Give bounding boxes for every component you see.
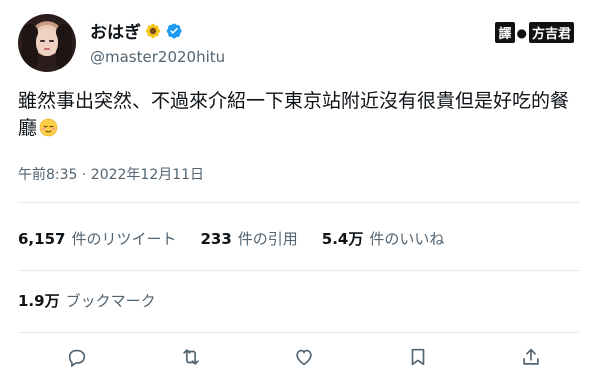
tweet-text: 雖然事出突然、不過來介紹一下東京站附近沒有很貴但是好吃的餐廳 bbox=[18, 88, 584, 142]
watermark-label-1: 譯 bbox=[495, 22, 515, 43]
divider bbox=[18, 332, 580, 333]
quotes-label: 件の引用 bbox=[237, 230, 298, 248]
avatar-hair-right bbox=[56, 24, 72, 70]
author-name-row[interactable]: おはぎ bbox=[90, 18, 183, 43]
engagement-stats: 6,157 件のリツイート 233 件の引用 5.4万 件のいいね bbox=[18, 228, 444, 249]
avatar-face bbox=[36, 28, 58, 56]
retweet-icon bbox=[180, 346, 202, 372]
divider bbox=[18, 202, 580, 203]
watermark-separator-icon: ● bbox=[516, 25, 527, 40]
bookmark-icon bbox=[407, 346, 429, 372]
retweets-count: 6,157 bbox=[18, 230, 66, 248]
avatar-eye-right bbox=[49, 40, 54, 42]
watermark: 譯 ● 方吉君 bbox=[495, 22, 574, 43]
author-handle[interactable]: @master2020hitu bbox=[90, 48, 225, 66]
avatar-eye-left bbox=[40, 40, 45, 42]
retweets-stat[interactable]: 6,157 件のリツイート bbox=[18, 228, 176, 249]
quotes-stat[interactable]: 233 件の引用 bbox=[200, 228, 297, 249]
quotes-count: 233 bbox=[200, 230, 232, 248]
share-button[interactable] bbox=[518, 346, 544, 372]
tweet-timestamp[interactable]: 午前8:35 · 2022年12月11日 bbox=[18, 164, 204, 184]
bookmarks-count: 1.9万 bbox=[18, 292, 60, 310]
relieved-face-icon bbox=[39, 118, 58, 137]
reply-button[interactable] bbox=[64, 346, 90, 372]
author-display-name[interactable]: おはぎ bbox=[90, 18, 141, 43]
tweet-actions bbox=[64, 346, 544, 372]
likes-label: 件のいいね bbox=[369, 230, 445, 248]
share-icon bbox=[520, 346, 542, 372]
avatar[interactable] bbox=[18, 14, 76, 72]
bookmark-button[interactable] bbox=[405, 346, 431, 372]
tweet-body: 雖然事出突然、不過來介紹一下東京站附近沒有很貴但是好吃的餐廳 bbox=[18, 90, 570, 139]
bookmarks-label: ブックマーク bbox=[65, 292, 156, 310]
retweet-button[interactable] bbox=[178, 346, 204, 372]
verified-badge-icon bbox=[165, 22, 183, 40]
sunflower-icon bbox=[145, 23, 161, 39]
likes-stat[interactable]: 5.4万 件のいいね bbox=[322, 228, 445, 249]
bookmarks-stat[interactable]: 1.9万 ブックマーク bbox=[18, 290, 156, 311]
reply-icon bbox=[66, 346, 88, 372]
likes-count: 5.4万 bbox=[321, 230, 364, 248]
like-icon bbox=[293, 346, 315, 372]
avatar-lips bbox=[44, 48, 50, 50]
like-button[interactable] bbox=[291, 346, 317, 372]
retweets-label: 件のリツイート bbox=[71, 230, 177, 248]
watermark-label-2: 方吉君 bbox=[528, 22, 574, 43]
divider bbox=[18, 270, 580, 271]
